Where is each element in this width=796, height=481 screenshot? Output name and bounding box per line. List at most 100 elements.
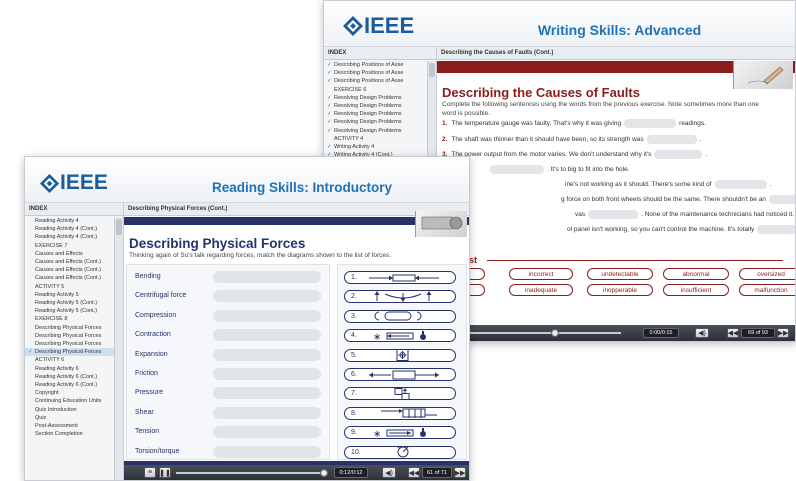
progress-knob[interactable] (551, 329, 559, 337)
index-item[interactable]: Causes and Effects (Cont.) (25, 266, 114, 274)
index-item[interactable]: Reading Activity 6 (Cont.) (25, 381, 114, 389)
answer-blank[interactable] (768, 195, 795, 204)
answer-blank[interactable] (654, 150, 703, 159)
index-item[interactable]: Causes and Effects (Cont.) (25, 258, 114, 266)
diagrams-panel: 1. 2. 3. 4. ∗ 5. 6. 7. 8. 9. ∗ 10. (337, 264, 467, 460)
volume-button[interactable]: ◀) (695, 328, 709, 338)
force-diagram-icon: ∗ (373, 427, 426, 439)
force-diagram-item[interactable]: 5. (344, 348, 456, 362)
answer-drop-zone[interactable] (213, 445, 321, 458)
index-item[interactable]: Reading Activity 4 (25, 217, 114, 225)
force-diagram-item[interactable]: 3. (344, 309, 456, 323)
scroll-thumb[interactable] (116, 219, 122, 235)
index-item[interactable]: Reading Activity 6 (25, 365, 114, 373)
word-chip[interactable]: insufficient (663, 284, 729, 296)
index-item[interactable]: Continuing Education Units (25, 397, 114, 405)
answer-blank[interactable] (588, 210, 639, 219)
index-item[interactable]: Describing Physical Forces (25, 324, 114, 332)
word-chip[interactable]: inadequate (509, 284, 573, 296)
answer-blank[interactable] (490, 165, 544, 174)
index-item[interactable]: ACTIVITY 6 (25, 356, 114, 364)
answer-drop-zone[interactable] (213, 271, 321, 283)
index-item[interactable]: Post-Assessment (25, 422, 114, 430)
next-page-button[interactable]: ▶▶ (454, 467, 466, 478)
answer-blank[interactable] (757, 225, 795, 234)
index-item[interactable]: Reading Activity 4 (Cont.) (25, 233, 114, 241)
force-diagram-item[interactable]: 10. (344, 445, 456, 459)
index-item[interactable]: Resolving Design Problems (324, 110, 427, 118)
word-chip[interactable]: malfunction (739, 284, 795, 296)
index-item[interactable]: Copyright (25, 389, 114, 397)
progress-knob[interactable] (320, 469, 328, 477)
word-chip[interactable]: undetectable (587, 268, 653, 280)
index-item[interactable]: Quiz Introduction (25, 406, 114, 414)
previous-page-button[interactable]: ◀◀ (408, 467, 420, 478)
index-item[interactable]: ACTIVITY 5 (25, 283, 114, 291)
index-scrollbar[interactable] (114, 217, 123, 480)
index-item[interactable]: ACTIVITY 4 (324, 135, 427, 143)
next-page-button[interactable]: ▶▶ (777, 328, 789, 338)
answer-drop-zone[interactable] (213, 406, 321, 419)
index-item[interactable]: Reading Activity 6 (Cont.) (25, 373, 114, 381)
answer-blank[interactable] (714, 180, 767, 189)
index-item[interactable]: EXERCISE 8 (25, 315, 114, 323)
word-chip[interactable]: oversized (739, 268, 795, 280)
reading-course-window: IEEE Reading Skills: Introductory INDEX … (24, 156, 470, 481)
index-item[interactable]: EXERCISE 7 (25, 242, 114, 250)
answer-drop-zone[interactable] (213, 329, 321, 342)
index-item[interactable]: Reading Activity 5 (25, 291, 114, 299)
answer-drop-zone[interactable] (213, 309, 321, 322)
index-item[interactable]: Describing Positions of Asse (324, 69, 427, 77)
word-chip[interactable]: inopperable (587, 284, 653, 296)
diagram-number: 1. (351, 274, 357, 281)
answer-drop-zone[interactable] (213, 426, 321, 439)
sentence-text: . It's to big to fit into the hole. (547, 166, 630, 173)
index-item[interactable]: Reading Activity 5 (Cont.) (25, 299, 114, 307)
previous-page-button[interactable]: ◀◀ (727, 328, 739, 338)
index-item[interactable]: EXERCISE 6 (324, 86, 427, 94)
sentence-number: 2. (442, 136, 448, 143)
pause-button[interactable]: ❚❚ (159, 467, 171, 478)
index-item[interactable]: Causes and Effects (Cont.) (25, 274, 114, 282)
index-item[interactable]: Describing Physical Forces (25, 348, 114, 357)
word-chip[interactable]: incorrect (509, 268, 573, 280)
index-item[interactable]: Resolving Design Problems (324, 94, 427, 102)
transcript-button[interactable]: ≡ (144, 467, 156, 478)
course-header: IEEE Reading Skills: Introductory (25, 157, 469, 203)
force-diagram-item[interactable]: 7. (344, 387, 456, 401)
index-item[interactable]: Reading Activity 5 (Cont.) (25, 307, 114, 315)
volume-button[interactable]: ◀) (382, 467, 396, 478)
force-diagram-item[interactable]: 1. (344, 271, 456, 284)
index-item[interactable]: Reading Activity 4 (Cont.) (25, 225, 114, 233)
index-item[interactable]: Quiz (25, 414, 114, 422)
answer-drop-zone[interactable] (213, 368, 321, 380)
sentence-text: . (705, 151, 708, 158)
index-item[interactable]: Section Completion (25, 430, 114, 438)
answer-blank[interactable] (624, 119, 677, 128)
index-item[interactable]: Resolving Design Problems (324, 118, 427, 126)
force-diagram-item[interactable]: 4. ∗ (344, 329, 456, 343)
force-diagram-item[interactable]: 9. ∗ (344, 426, 456, 440)
index-item[interactable]: Writing Activity 4 (324, 143, 427, 151)
content-panel: Describing Physical Forces (Cont.) Descr… (124, 203, 469, 480)
force-diagram-item[interactable]: 2. (344, 290, 456, 304)
answer-blank[interactable] (646, 135, 697, 144)
index-item[interactable]: Describing Physical Forces (25, 340, 114, 348)
force-diagram-item[interactable]: 8. (344, 406, 456, 420)
diagram-number: 3. (351, 312, 357, 320)
scroll-thumb[interactable] (429, 63, 435, 77)
index-item[interactable]: Resolving Design Problems (324, 127, 427, 135)
answer-drop-zone[interactable] (213, 290, 321, 303)
word-chip[interactable]: abnormal (663, 268, 729, 280)
index-item[interactable]: Describing Physical Forces (25, 332, 114, 340)
force-diagram-item[interactable]: 6. (344, 368, 456, 381)
index-item[interactable]: Describing Positions of Asse (324, 61, 427, 69)
answer-drop-zone[interactable] (213, 348, 321, 361)
index-item[interactable]: Resolving Design Problems (324, 102, 427, 110)
progress-track[interactable] (176, 472, 324, 474)
index-item[interactable]: Describing Positions of Asse (324, 77, 427, 85)
diagram-number: 9. (351, 429, 357, 437)
answer-drop-zone[interactable] (213, 387, 321, 400)
index-item[interactable]: Causes and Effects (25, 250, 114, 258)
force-term: Tension (135, 428, 160, 436)
